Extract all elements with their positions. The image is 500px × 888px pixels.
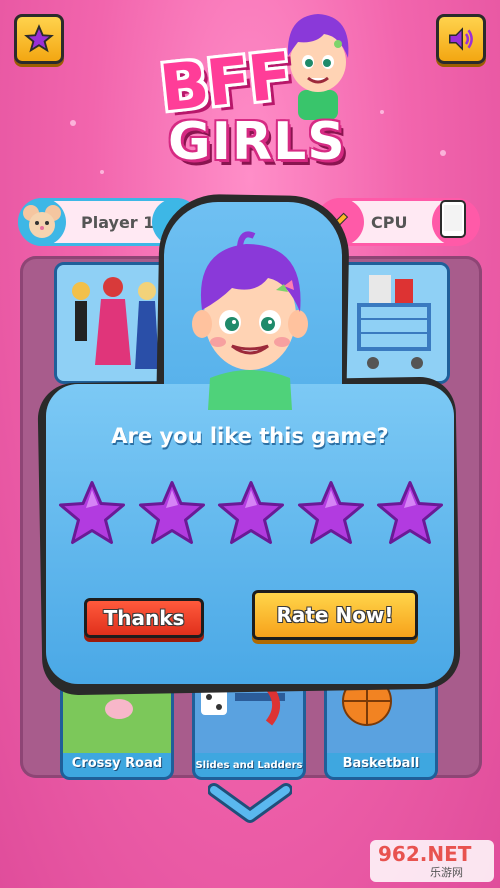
sparkle <box>100 170 104 174</box>
game-tile-shopping[interactable] <box>336 262 450 384</box>
mouse-icon <box>23 205 61 238</box>
logo-girls: GIRLS <box>168 112 346 172</box>
cpu-avatar <box>432 198 480 246</box>
watermark-logo: 962.NET 乐游网 <box>370 840 494 882</box>
speaker-icon <box>449 27 473 51</box>
rating-star-3[interactable] <box>215 478 287 550</box>
sparkle <box>380 110 384 114</box>
star-rating[interactable] <box>56 478 446 554</box>
sparkle <box>440 150 446 156</box>
shopping-cart-image <box>339 265 447 381</box>
girl-avatar-icon <box>192 231 308 410</box>
phone-icon <box>440 200 466 238</box>
favorites-button[interactable] <box>14 14 64 64</box>
rating-question: Are you like this game? <box>111 424 389 448</box>
chevron-down-icon[interactable] <box>208 782 292 826</box>
rate-now-button[interactable]: Rate Now! <box>252 590 418 640</box>
game-tile-dress-up[interactable] <box>54 262 168 384</box>
watermark-brand: 962.NET <box>378 842 472 866</box>
cpu-label: CPU <box>371 213 408 232</box>
tile-label: Basketball <box>342 756 420 771</box>
rating-star-5[interactable] <box>374 478 446 550</box>
dress-up-image <box>57 265 165 381</box>
tile-label: Crossy Road <box>71 756 163 771</box>
sparkle <box>70 120 76 126</box>
game-logo: BFF GIRLS <box>140 8 370 178</box>
rating-star-1[interactable] <box>56 478 128 550</box>
player1-label: Player 1 <box>81 213 155 232</box>
rating-star-2[interactable] <box>136 478 208 550</box>
thanks-button[interactable]: Thanks <box>84 598 204 638</box>
sound-button[interactable] <box>436 14 486 64</box>
star-icon <box>24 24 54 53</box>
rating-star-4[interactable] <box>295 478 367 550</box>
watermark-sub: 乐游网 <box>430 866 463 879</box>
player1-avatar <box>18 198 66 246</box>
tile-label: Slides and Ladders <box>195 760 303 771</box>
